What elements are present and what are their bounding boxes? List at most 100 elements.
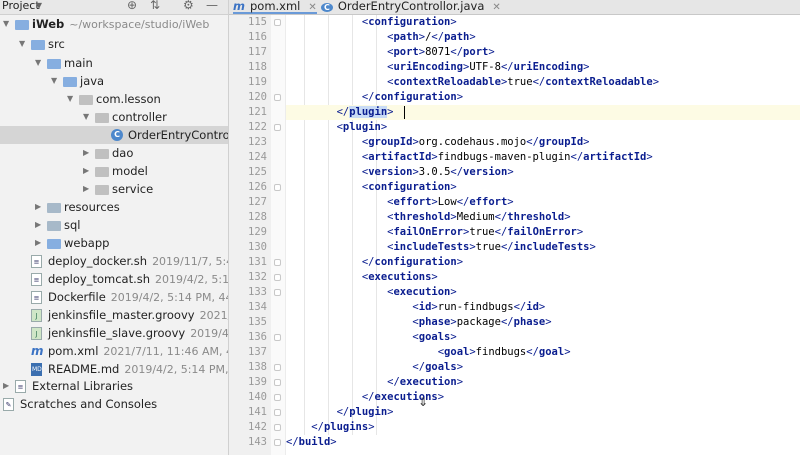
chevron-down-icon[interactable]: ▼ xyxy=(67,90,73,108)
tree-item-file-pom-xml[interactable]: m pom.xml 2021/7/11, 11:46 AM, 4.05 kB xyxy=(0,342,228,360)
tree-item-text: model xyxy=(112,162,148,180)
fold-marker-icon[interactable] xyxy=(274,394,281,401)
xml-bracket: > xyxy=(450,286,457,298)
chevron-right-icon[interactable]: ▶ xyxy=(35,216,41,234)
chevron-down-icon[interactable]: ▼ xyxy=(3,15,9,33)
project-view-selector[interactable]: Project xyxy=(2,0,40,12)
tree-item-file-deploy-docker[interactable]: ≡ deploy_docker.sh 2019/11/7, 5:42 PM, xyxy=(0,252,228,270)
code-line[interactable]: </goals> xyxy=(286,360,800,375)
tree-item-file-jenkinsfile-slave[interactable]: Jjenkinsfile_slave.groovy 2019/4/13, 9:3 xyxy=(0,324,228,342)
tree-item-file-orderentrycontrollor[interactable]: C OrderEntryControllor2 xyxy=(0,126,228,144)
code-line[interactable]: </plugins> xyxy=(286,420,800,435)
chevron-right-icon[interactable]: ▶ xyxy=(35,198,41,216)
chevron-down-icon[interactable]: ▼ xyxy=(35,54,41,72)
code-line[interactable]: <effort>Low</effort> xyxy=(286,195,800,210)
fold-marker-icon[interactable] xyxy=(274,184,281,191)
tree-item-package-com-lesson[interactable]: ▼ com.lesson xyxy=(0,90,228,108)
tree-item-root-project[interactable]: ▼ iWeb ~/workspace/studio/iWeb xyxy=(0,15,228,33)
gear-icon[interactable]: ⚙ xyxy=(183,0,194,12)
code-line[interactable]: </plugin> xyxy=(286,105,800,120)
chevron-down-icon[interactable]: ▾ xyxy=(36,0,42,12)
chevron-down-icon[interactable]: ▼ xyxy=(19,35,25,53)
code-line[interactable]: </executions> xyxy=(286,390,800,405)
fold-marker-icon[interactable] xyxy=(274,19,281,26)
code-line[interactable]: <version>3.0.5</version> xyxy=(286,165,800,180)
tree-item-label: jenkinsfile_master.groovy xyxy=(48,308,195,322)
code-line[interactable]: <contextReloadable>true</contextReloadab… xyxy=(286,75,800,90)
tree-item-folder-src[interactable]: ▼ src xyxy=(0,35,228,53)
tree-item-file-dockerfile[interactable]: ≡ Dockerfile 2019/4/2, 5:14 PM, 447 B To xyxy=(0,288,228,306)
code-line[interactable]: <port>8071</port> xyxy=(286,45,800,60)
code-line[interactable]: <threshold>Medium</threshold> xyxy=(286,210,800,225)
chevron-right-icon[interactable]: ▶ xyxy=(83,162,89,180)
code-line[interactable]: <failOnError>true</failOnError> xyxy=(286,225,800,240)
chevron-right-icon[interactable]: ▶ xyxy=(3,377,9,395)
fold-marker-icon[interactable] xyxy=(274,274,281,281)
locate-icon[interactable]: ⊕ xyxy=(127,0,137,12)
close-icon[interactable]: ✕ xyxy=(492,2,500,13)
code-line[interactable]: <goal>findbugs</goal> xyxy=(286,345,800,360)
tree-item-folder-resources[interactable]: ▶ resources xyxy=(0,198,228,216)
code-line[interactable]: </execution> xyxy=(286,375,800,390)
xml-tag-name: version xyxy=(463,166,508,178)
chevron-down-icon[interactable]: ▼ xyxy=(83,108,89,126)
fold-marker-icon[interactable] xyxy=(274,424,281,431)
tree-item-external-libraries[interactable]: ▶ ≡ External Libraries xyxy=(0,377,228,395)
tab-orderentrycontrollor-java[interactable]: C OrderEntryControllor.java ✕ xyxy=(321,0,501,14)
tree-item-package-model[interactable]: ▶ model xyxy=(0,162,228,180)
chevron-down-icon[interactable]: ▼ xyxy=(51,72,57,90)
code-line[interactable]: <configuration> xyxy=(286,180,800,195)
code-editor[interactable]: <configuration> <path>/</path> <port>807… xyxy=(286,15,800,455)
code-line[interactable]: <artifactId>findbugs-maven-plugin</artif… xyxy=(286,150,800,165)
code-line[interactable]: </configuration> xyxy=(286,90,800,105)
code-line[interactable]: <includeTests>true</includeTests> xyxy=(286,240,800,255)
code-line[interactable]: <phase>package</phase> xyxy=(286,315,800,330)
xml-tag-name: path xyxy=(444,31,470,43)
fold-gutter[interactable] xyxy=(271,15,286,455)
xml-bracket: > xyxy=(507,196,514,208)
fold-marker-icon[interactable] xyxy=(274,94,281,101)
tree-item-folder-sql[interactable]: ▶ sql xyxy=(0,216,228,234)
code-line[interactable]: <id>run-findbugs</id> xyxy=(286,300,800,315)
tab-pom-xml[interactable]: m pom.xml ✕ xyxy=(233,0,317,14)
close-icon[interactable]: ✕ xyxy=(308,2,316,13)
tree-item-folder-main[interactable]: ▼ main xyxy=(0,54,228,72)
code-line[interactable]: <path>/</path> xyxy=(286,30,800,45)
fold-marker-icon[interactable] xyxy=(274,259,281,266)
tree-item-file-deploy-tomcat[interactable]: ≡ deploy_tomcat.sh 2019/4/2, 5:14 PM, 7 xyxy=(0,270,228,288)
code-line[interactable]: <groupId>org.codehaus.mojo</groupId> xyxy=(286,135,800,150)
fold-marker-icon[interactable] xyxy=(274,439,281,446)
tree-item-file-readme[interactable]: MD README.md 2019/4/2, 5:14 PM, 258 B xyxy=(0,360,228,378)
xml-bracket: < xyxy=(286,46,394,58)
chevron-right-icon[interactable]: ▶ xyxy=(83,144,89,162)
code-line[interactable]: </build> xyxy=(286,435,800,450)
fold-marker-icon[interactable] xyxy=(274,334,281,341)
code-line[interactable]: <executions> xyxy=(286,270,800,285)
fold-marker-icon[interactable] xyxy=(274,364,281,371)
code-line[interactable]: <execution> xyxy=(286,285,800,300)
code-line[interactable]: </plugin> xyxy=(286,405,800,420)
tree-item-scratches-and-consoles[interactable]: ✎ Scratches and Consoles xyxy=(0,395,228,413)
chevron-right-icon[interactable]: ▶ xyxy=(83,180,89,198)
xml-text: run-findbugs xyxy=(437,301,514,313)
fold-marker-icon[interactable] xyxy=(274,379,281,386)
chevron-right-icon[interactable]: ▶ xyxy=(35,234,41,252)
code-line[interactable]: </configuration> xyxy=(286,255,800,270)
code-line[interactable]: <uriEncoding>UTF-8</uriEncoding> xyxy=(286,60,800,75)
tree-item-folder-webapp[interactable]: ▶ webapp xyxy=(0,234,228,252)
fold-marker-icon[interactable] xyxy=(274,409,281,416)
code-line[interactable]: <plugin> xyxy=(286,120,800,135)
tree-item-folder-java[interactable]: ▼ java xyxy=(0,72,228,90)
line-number-gutter[interactable]: 115 116 117 118 119 120 121 122 123 124 125 126 127 1… xyxy=(229,15,271,455)
tree-item-package-dao[interactable]: ▶ dao xyxy=(0,144,228,162)
fold-marker-icon[interactable] xyxy=(274,124,281,131)
fold-marker-icon[interactable] xyxy=(274,289,281,296)
code-line[interactable]: <configuration> xyxy=(286,15,800,30)
collapse-all-icon[interactable]: ⇅ xyxy=(150,0,160,12)
line-number: 136 xyxy=(248,331,267,343)
tree-item-package-controller[interactable]: ▼ controller xyxy=(0,108,228,126)
tree-item-package-service[interactable]: ▶ service xyxy=(0,180,228,198)
tree-item-file-jenkinsfile-master[interactable]: Jjenkinsfile_master.groovy 2021/7/10, 1 xyxy=(0,306,228,324)
code-line[interactable]: <goals> xyxy=(286,330,800,345)
hide-icon[interactable]: — xyxy=(206,0,218,12)
